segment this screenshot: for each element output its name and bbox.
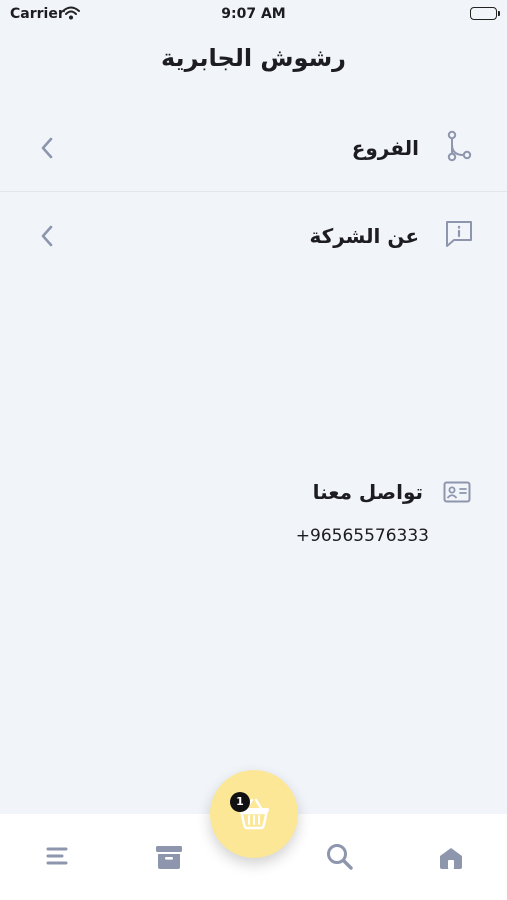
contact-phone[interactable]: +96565576333: [296, 526, 429, 546]
menu-item-about[interactable]: عن الشركة: [0, 192, 507, 280]
cart-button[interactable]: 1: [210, 770, 298, 858]
branch-icon: [445, 130, 473, 162]
status-bar: Carrier 9:07 AM: [0, 0, 507, 28]
battery-icon: [470, 7, 500, 20]
contact-title: تواصل معنا: [312, 480, 423, 504]
home-icon[interactable]: [437, 846, 465, 874]
menu-icon[interactable]: [44, 842, 72, 870]
cart-count-badge: 1: [230, 792, 250, 812]
info-message-icon: [445, 218, 473, 250]
chevron-left-icon: [38, 224, 56, 248]
search-icon[interactable]: [325, 842, 353, 870]
archive-icon[interactable]: [155, 844, 183, 872]
page-title: رشوش الجابرية: [161, 44, 346, 72]
status-time: 9:07 AM: [221, 6, 286, 22]
contact-card-icon: [443, 480, 471, 504]
menu-item-label: الفروع: [351, 136, 419, 160]
menu-item-branches[interactable]: الفروع: [0, 104, 507, 192]
menu-item-label: عن الشركة: [309, 224, 419, 248]
chevron-left-icon: [38, 136, 56, 160]
